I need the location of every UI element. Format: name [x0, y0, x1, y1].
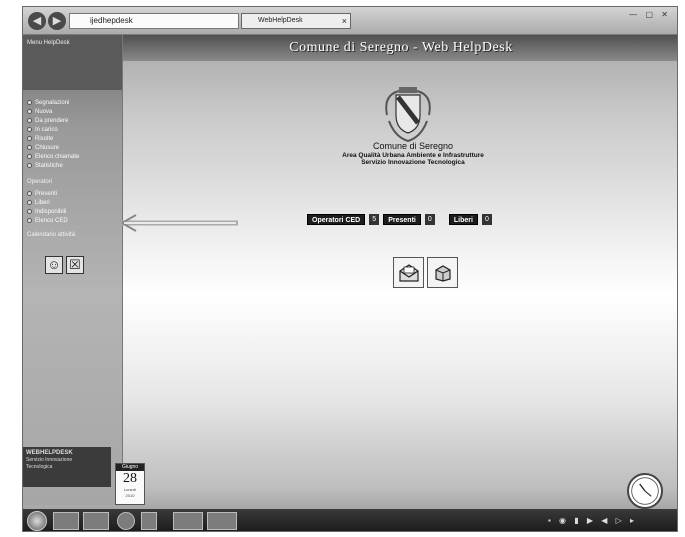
sidebar-item[interactable]: Statistiche — [23, 161, 122, 170]
sidebar-item[interactable]: Nuova — [23, 107, 122, 116]
helpdesk-line-2: Tecnologica — [26, 464, 53, 470]
user-icon[interactable]: ☺ — [45, 256, 63, 274]
operators-ced-button[interactable]: Operatori CED — [307, 214, 366, 225]
sidebar-item[interactable]: Liberi — [23, 198, 122, 207]
organization-area: Area Qualità Urbana Ambiente e Infrastru… — [342, 152, 484, 159]
browser-tab[interactable]: WebHelpDesk × — [241, 13, 351, 29]
sidebar-menu-list: Segnalazioni Nuova Da prendere In carico Ris… — [23, 98, 122, 170]
operators-ced-count: 5 — [369, 214, 380, 225]
sidebar-item-label: Chiusure — [35, 144, 60, 151]
taskbar: ▪ ◉ ▮ ▶ ◀ ▷ ▸ — [23, 509, 677, 531]
coat-of-arms-icon — [385, 87, 431, 143]
sidebar-item-label: Nuova — [35, 108, 53, 115]
sidebar-item[interactable]: Elenco chiamate — [23, 152, 122, 161]
bullet-icon — [27, 136, 32, 141]
bullet-icon — [27, 154, 32, 159]
sidebar-item[interactable]: Da prendere — [23, 116, 122, 125]
bullet-icon — [27, 200, 32, 205]
calendar-widget: Giugno 28 Lunedì 2010 — [115, 463, 145, 505]
organization-block: Comune di Seregno Area Qualità Urbana Am… — [293, 141, 533, 166]
taskbar-item-window-2[interactable] — [207, 512, 237, 530]
clock-icon — [627, 473, 663, 509]
sidebar-item-label: Risolte — [35, 135, 54, 142]
calendar-year: 2010 — [125, 493, 135, 498]
sidebar-item[interactable]: Risolte — [23, 134, 122, 143]
helpdesk-info-box: WEBHELPDESK Servizio Innovazione Tecnolo… — [23, 447, 111, 487]
operator-status-row: Operatori CED 5 Presenti 0 Liberi 0 — [307, 214, 492, 225]
bullet-icon — [27, 145, 32, 150]
sidebar-item-label: Indisponibili — [35, 208, 67, 215]
sidebar-section-operators: Operatori — [27, 179, 53, 185]
envelope-icon — [398, 263, 419, 282]
open-mail-button[interactable] — [393, 257, 424, 288]
bullet-icon — [27, 163, 32, 168]
helpdesk-line-1: Servizio Innovazione — [26, 457, 73, 463]
sidebar-operators-list: Presenti Liberi Indisponibili Elenco CED — [23, 189, 122, 225]
bullet-icon — [27, 100, 32, 105]
forward-arrow-icon[interactable]: ▶ — [48, 12, 66, 30]
sidebar-item-label: Da prendere — [35, 117, 69, 124]
annotation-arrow-icon — [121, 214, 238, 232]
archive-button[interactable] — [427, 257, 458, 288]
bullet-icon — [27, 118, 32, 123]
sidebar-header: Menu HelpDesk — [23, 35, 122, 90]
tab-title: WebHelpDesk — [258, 17, 303, 24]
sidebar-item-label: Elenco chiamate — [35, 153, 80, 160]
free-button[interactable]: Liberi — [448, 214, 478, 225]
sidebar-section-title: Menu HelpDesk — [27, 40, 70, 46]
sidebar-item-label: Statistiche — [35, 162, 63, 169]
organization-service: Servizio Innovazione Tecnologica — [361, 159, 465, 166]
sidebar-item-label: Segnalazioni — [35, 99, 70, 106]
sidebar-item[interactable]: In carico — [23, 125, 122, 134]
sidebar-item-label: Presenti — [35, 190, 58, 197]
box-icon — [434, 264, 451, 282]
taskbar-item-window-1[interactable] — [173, 512, 203, 530]
taskbar-item-folder[interactable] — [83, 512, 109, 530]
window-controls[interactable]: — ▢ ✕ — [629, 10, 671, 19]
address-bar[interactable]: ijedhepdesk — [69, 13, 239, 29]
start-button[interactable] — [27, 511, 47, 531]
calendar-month: Giugno — [116, 464, 144, 471]
browser-toolbar: ◀ ▶ ijedhepdesk WebHelpDesk × — ▢ ✕ — [23, 7, 677, 35]
sidebar-item[interactable]: Chiusure — [23, 143, 122, 152]
taskbar-item-app[interactable] — [141, 512, 157, 530]
sidebar-icon-group: ☺ ☒ — [45, 256, 122, 274]
bullet-icon — [27, 209, 32, 214]
page-title: Comune di Seregno - Web HelpDesk — [123, 35, 677, 61]
sidebar: Menu HelpDesk Segnalazioni Nuova Da prende… — [23, 35, 123, 505]
sidebar-item[interactable]: Presenti — [23, 189, 122, 198]
sidebar-item[interactable]: Segnalazioni — [23, 98, 122, 107]
sidebar-section-calendar[interactable]: Calendario attività — [23, 229, 122, 242]
sidebar-item[interactable]: Indisponibili — [23, 207, 122, 216]
action-button-row — [393, 257, 458, 288]
screenshot-frame: ◀ ▶ ijedhepdesk WebHelpDesk × — ▢ ✕ Menu… — [22, 6, 678, 532]
logout-icon[interactable]: ☒ — [66, 256, 84, 274]
sidebar-item-label: In carico — [35, 126, 58, 133]
sidebar-item-label: Elenco CED — [35, 217, 68, 224]
bullet-icon — [27, 218, 32, 223]
free-count: 0 — [481, 214, 492, 225]
organization-name: Comune di Seregno — [372, 141, 454, 151]
taskbar-item-browser[interactable] — [117, 512, 135, 530]
bullet-icon — [27, 127, 32, 132]
close-tab-icon[interactable]: × — [342, 14, 347, 28]
bullet-icon — [27, 191, 32, 196]
back-arrow-icon[interactable]: ◀ — [28, 12, 46, 30]
system-tray[interactable]: ▪ ◉ ▮ ▶ ◀ ▷ ▸ — [548, 516, 637, 525]
bullet-icon — [27, 109, 32, 114]
calendar-day: 28 — [123, 471, 137, 486]
present-button[interactable]: Presenti — [383, 214, 421, 225]
sidebar-item-label: Liberi — [35, 199, 50, 206]
taskbar-item-explorer[interactable] — [53, 512, 79, 530]
sidebar-item[interactable]: Elenco CED — [23, 216, 122, 225]
helpdesk-title: WEBHELPDESK — [26, 450, 73, 456]
present-count: 0 — [424, 214, 435, 225]
